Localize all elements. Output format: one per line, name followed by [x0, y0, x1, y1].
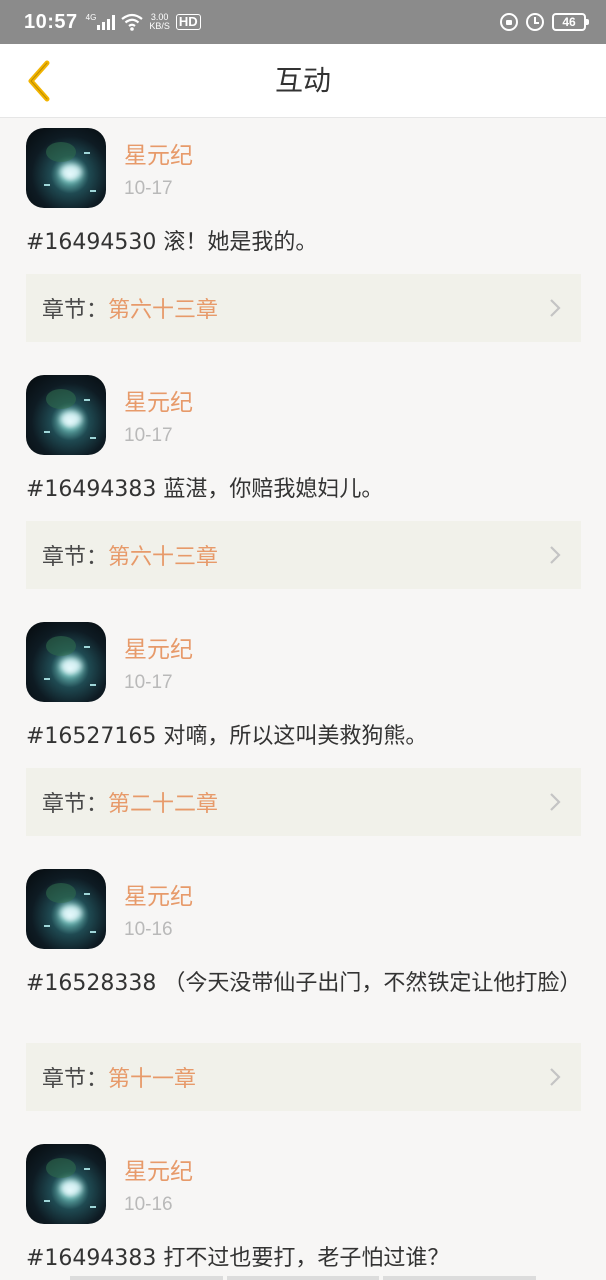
username[interactable]: 星元纪 — [124, 630, 193, 664]
chapter-link[interactable]: 章节： 第十一章 — [26, 1043, 581, 1111]
interaction-feed[interactable]: 星元纪 10-17 #16494530 滚！她是我的。 章节： 第六十三章 星元… — [0, 118, 606, 1280]
wifi-icon — [121, 13, 144, 31]
chevron-right-icon — [550, 793, 561, 811]
chapter-label: 章节： — [42, 1067, 109, 1092]
avatar[interactable] — [26, 1144, 106, 1224]
post-date: 10-17 — [124, 672, 173, 693]
network-speed: 3.00 KB/S — [149, 13, 170, 31]
comment-text: #16527165 对嘀，所以这叫美救狗熊。 — [26, 724, 428, 749]
comment-text: #16494530 滚！她是我的。 — [26, 230, 318, 255]
chapter-label: 章节： — [42, 298, 109, 323]
alarm-clock-icon — [526, 13, 544, 31]
status-right-icons: 46 — [500, 13, 589, 31]
chapter-label: 章节： — [42, 792, 109, 817]
status-time: 10:57 — [24, 10, 78, 33]
app-header: 互动 — [0, 44, 606, 118]
status-bar: 10:57 4G 3.00 KB/S HD 46 — [0, 0, 606, 44]
avatar[interactable] — [26, 375, 106, 455]
chevron-right-icon — [550, 1068, 561, 1086]
scroll-indicator — [70, 1276, 537, 1280]
hd-voice-icon: HD — [175, 14, 201, 30]
page-title: 互动 — [274, 64, 331, 97]
chevron-right-icon — [550, 546, 561, 564]
chapter-name: 第十一章 — [108, 1067, 197, 1092]
lock-rotation-icon — [500, 13, 518, 31]
chapter-name: 第六十三章 — [108, 298, 219, 323]
post-date: 10-17 — [124, 425, 173, 446]
battery-icon: 46 — [552, 13, 589, 31]
post-date: 10-16 — [124, 919, 173, 940]
post-date: 10-16 — [124, 1194, 173, 1215]
network-type-label: 4G — [85, 13, 97, 22]
post-date: 10-17 — [124, 178, 173, 199]
username[interactable]: 星元纪 — [124, 383, 193, 417]
comment-text: #16528338 （今天没带仙子出门，不然铁定让他打脸） — [26, 971, 582, 996]
chapter-link[interactable]: 章节： 第六十三章 — [26, 521, 581, 589]
chapter-link[interactable]: 章节： 第二十二章 — [26, 768, 581, 836]
battery-level: 46 — [562, 15, 576, 29]
status-left-icons: 4G 3.00 KB/S HD — [86, 13, 201, 31]
chapter-label: 章节： — [42, 545, 109, 570]
avatar[interactable] — [26, 869, 106, 949]
cellular-signal-icon: 4G — [86, 14, 116, 30]
avatar[interactable] — [26, 128, 106, 208]
chapter-name: 第二十二章 — [108, 792, 219, 817]
username[interactable]: 星元纪 — [124, 136, 193, 170]
network-speed-unit: KB/S — [149, 21, 170, 31]
username[interactable]: 星元纪 — [124, 877, 193, 911]
username[interactable]: 星元纪 — [124, 1152, 193, 1186]
comment-text: #16494383 蓝湛，你赔我媳妇儿。 — [26, 477, 384, 502]
chevron-right-icon — [550, 299, 561, 317]
avatar[interactable] — [26, 622, 106, 702]
comment-text: #16494383 打不过也要打，老子怕过谁？ — [26, 1246, 450, 1271]
chapter-name: 第六十三章 — [108, 545, 219, 570]
chapter-link[interactable]: 章节： 第六十三章 — [26, 274, 581, 342]
